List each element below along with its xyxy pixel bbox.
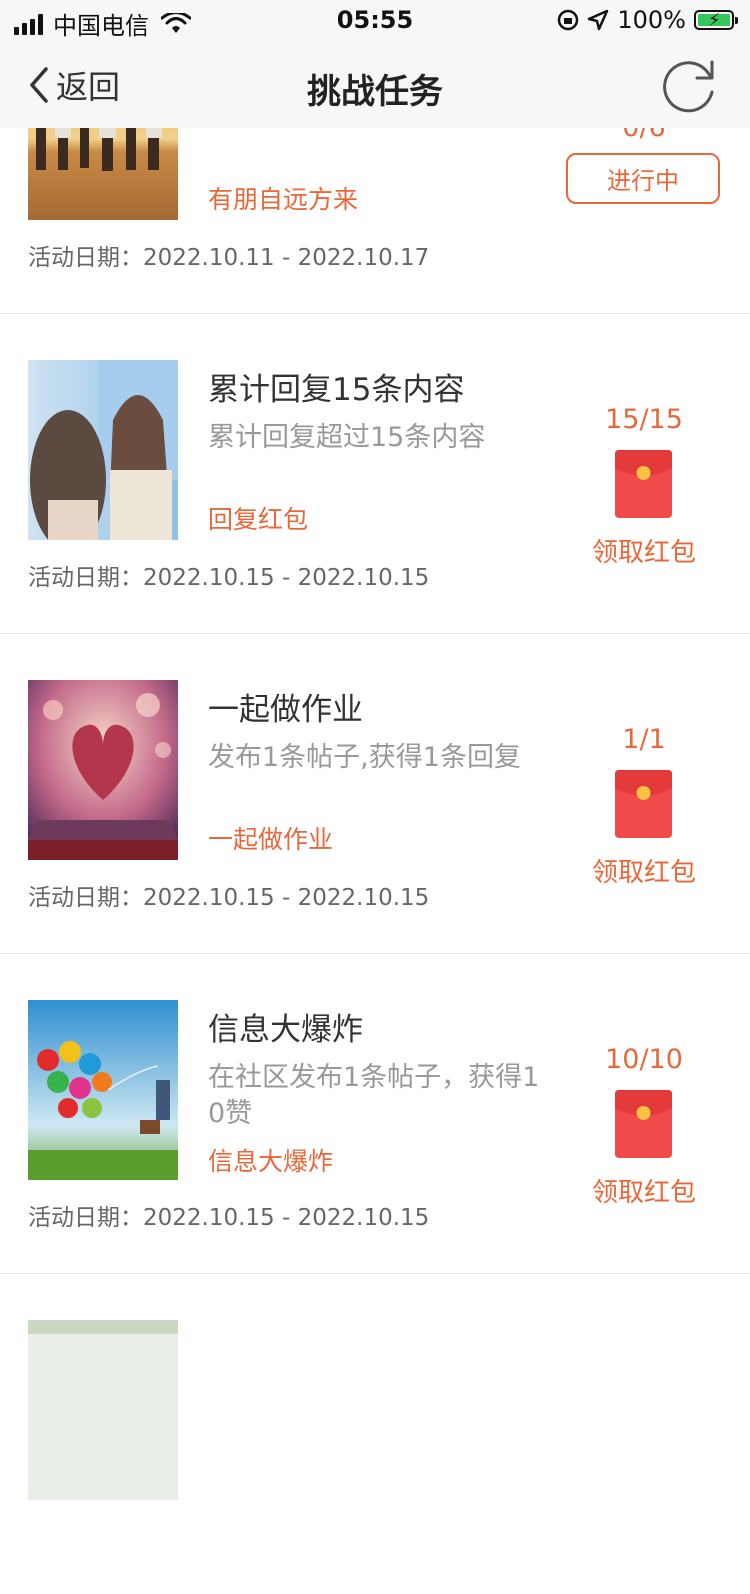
task-tag: 信息大爆炸 [208, 1147, 334, 1176]
claim-red-packet-link[interactable]: 领取红包 [560, 852, 728, 889]
task-title: 累计回复15条内容 [208, 372, 465, 408]
navigation-bar: 返回 挑战任务 [0, 40, 750, 128]
status-bar: 中国电信 05:55 100% ⚡ [0, 0, 750, 40]
girls-photo-image [28, 360, 178, 540]
claim-red-packet-link[interactable]: 领取红包 [560, 1172, 728, 1209]
task-description: 累计回复超过15条内容 [208, 422, 486, 453]
red-packet-icon[interactable] [615, 1090, 672, 1158]
battery-percent: 100% [617, 6, 686, 34]
red-packet-icon[interactable] [615, 450, 672, 518]
task-item-info-explosion[interactable]: 信息大爆炸 在社区发布1条帖子，获得10赞 信息大爆炸 活动日期：2022.10… [0, 954, 750, 1274]
task-title: 信息大爆炸 [208, 1012, 363, 1048]
task-title: 一起做作业 [208, 692, 363, 728]
task-item-partial[interactable] [0, 1274, 750, 1594]
task-progress: 10/10 [605, 1044, 683, 1075]
battery-icon: ⚡ [694, 10, 738, 31]
task-item-homework[interactable]: 一起做作业 发布1条帖子,获得1条回复 一起做作业 活动日期：2022.10.1… [0, 634, 750, 954]
claim-red-packet-link[interactable]: 领取红包 [560, 532, 728, 569]
refresh-icon[interactable] [660, 54, 720, 114]
task-date: 活动日期：2022.10.15 - 2022.10.15 [28, 1205, 430, 1231]
task-progress: 15/15 [605, 404, 683, 435]
task-tag: 有朋自远方来 [208, 185, 359, 214]
task-progress: 1/1 [622, 724, 666, 755]
task-tag: 一起做作业 [208, 825, 334, 854]
status-right: 100% ⚡ [557, 6, 738, 34]
heart-book-image [28, 680, 178, 860]
task-item-reply-15[interactable]: 累计回复15条内容 累计回复超过15条内容 回复红包 活动日期：2022.10.… [0, 314, 750, 634]
task-description: 在社区发布1条帖子，获得10赞 [208, 1062, 540, 1129]
task-date: 活动日期：2022.10.15 - 2022.10.15 [28, 885, 430, 911]
balloons-image [28, 1000, 178, 1180]
task-date: 活动日期：2022.10.11 - 2022.10.17 [28, 245, 430, 271]
location-icon [588, 9, 609, 31]
orientation-lock-icon [558, 9, 579, 31]
task-thumbnail-image [28, 1320, 178, 1500]
task-date: 活动日期：2022.10.15 - 2022.10.15 [28, 565, 430, 591]
task-tag: 回复红包 [208, 505, 309, 534]
page-title: 挑战任务 [307, 72, 443, 112]
in-progress-button[interactable]: 进行中 [566, 153, 720, 204]
task-description: 发布1条帖子,获得1条回复 [208, 742, 521, 773]
red-packet-icon[interactable] [615, 770, 672, 838]
